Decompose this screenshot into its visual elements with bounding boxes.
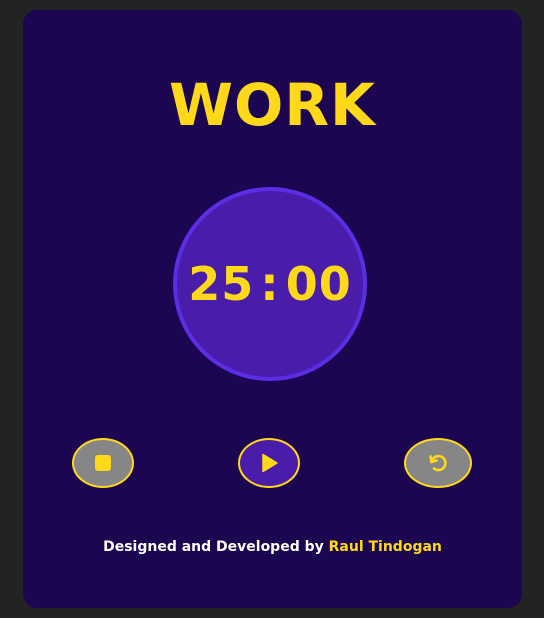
reset-icon xyxy=(429,454,447,472)
pomodoro-card: WORK 25 : 00 Designed and Developed by R… xyxy=(23,10,522,608)
footer-prefix: Designed and Developed by xyxy=(103,539,329,555)
timer-seconds: 00 xyxy=(285,257,352,311)
play-icon xyxy=(262,453,278,473)
timer-minutes: 25 xyxy=(188,257,255,311)
stop-button[interactable] xyxy=(72,438,134,488)
mode-title: WORK xyxy=(169,71,376,139)
play-button[interactable] xyxy=(238,438,300,488)
timer-circle: 25 : 00 xyxy=(173,187,367,381)
stop-icon xyxy=(95,455,111,471)
timer-separator: : xyxy=(260,257,280,311)
reset-button[interactable] xyxy=(404,438,472,488)
footer-credit: Designed and Developed by Raul Tindogan xyxy=(23,539,522,555)
timer-display: 25 : 00 xyxy=(188,257,351,311)
author-name: Raul Tindogan xyxy=(328,539,442,555)
